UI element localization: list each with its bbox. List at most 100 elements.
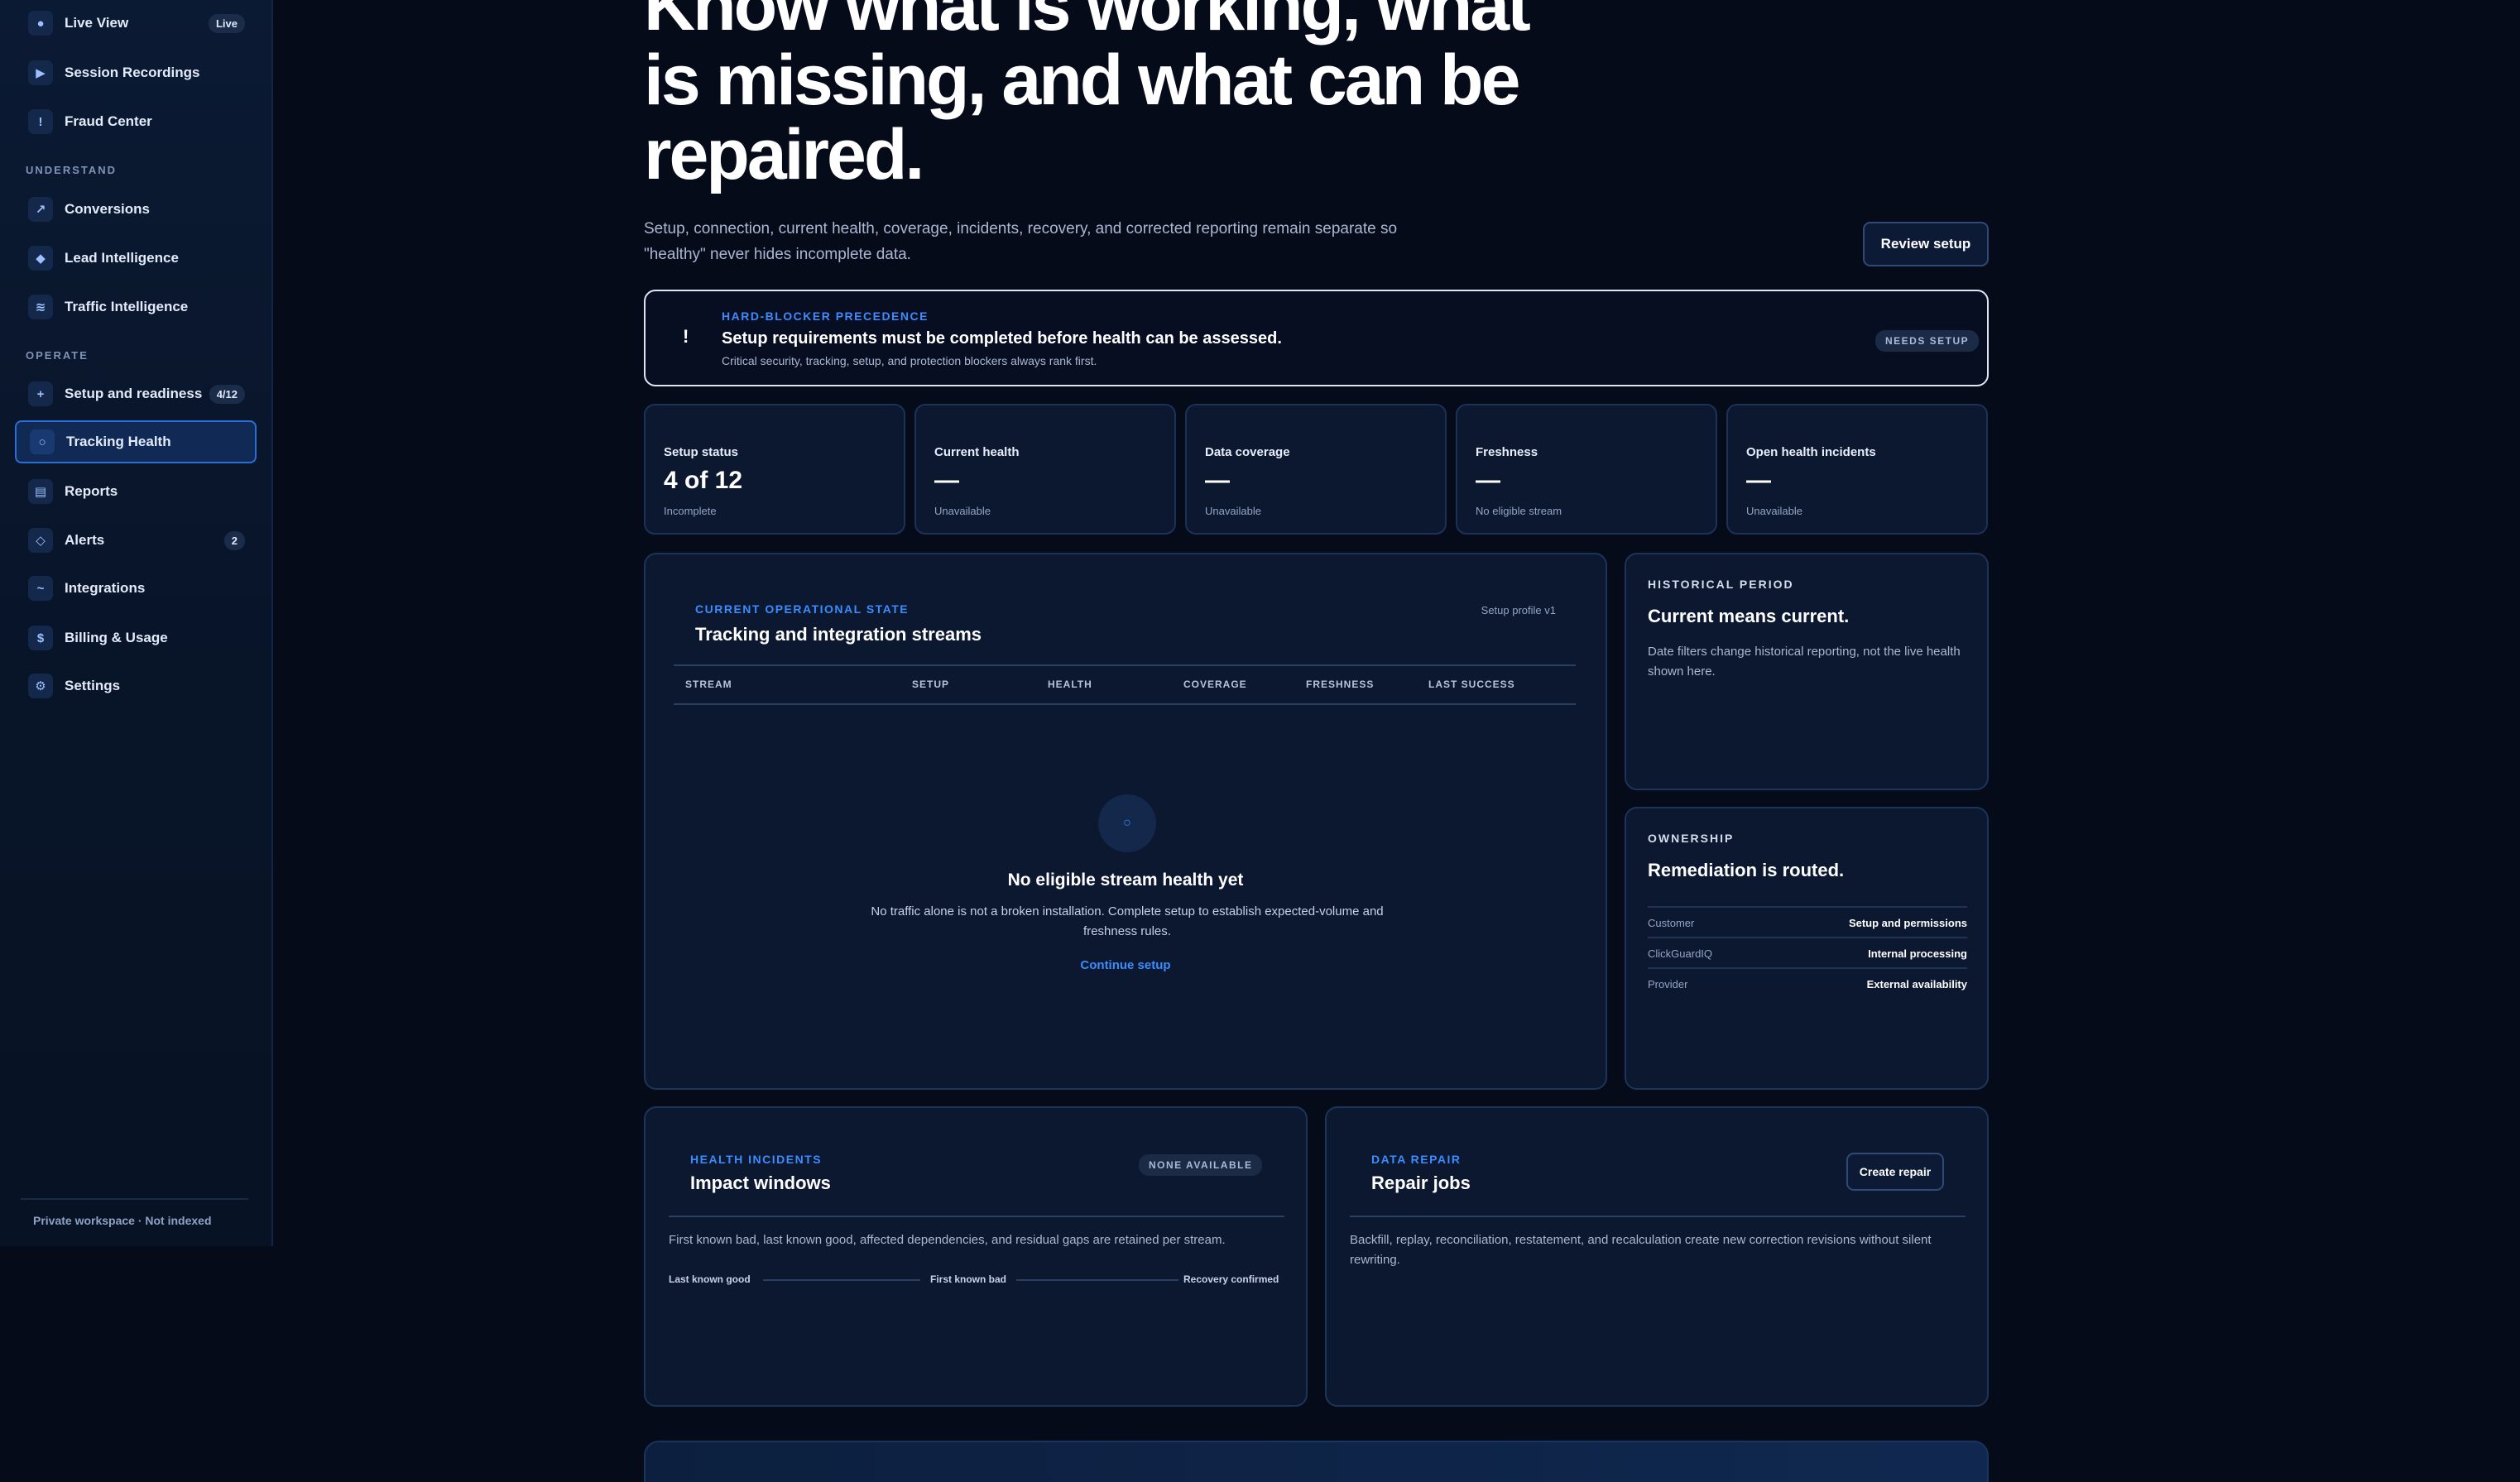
column-header-coverage: COVERAGE <box>1183 679 1247 690</box>
table-divider <box>674 664 1576 666</box>
stat-label: Setup status <box>664 445 739 459</box>
circle-icon: ○ <box>30 429 55 454</box>
panel-title: Tracking and integration streams <box>695 624 982 645</box>
empty-state-icon: ○ <box>1098 794 1156 852</box>
trend-arrow-icon: ↗ <box>28 197 53 222</box>
sidebar-item-label: Traffic Intelligence <box>65 299 189 314</box>
ownership-row: Provider External availability <box>1648 967 1967 997</box>
stat-label: Freshness <box>1476 445 1538 459</box>
panel-text: Date filters change historical reporting… <box>1648 645 1961 679</box>
review-setup-button[interactable]: Review setup <box>1863 222 1989 266</box>
column-header-setup: SETUP <box>912 679 950 690</box>
sidebar-item-traffic-intelligence[interactable]: ≋ Traffic Intelligence <box>15 285 257 329</box>
historical-period-panel: HISTORICAL PERIOD Current means current.… <box>1625 553 1989 790</box>
owner-name: Customer <box>1648 917 1695 929</box>
hard-blocker-banner: ! HARD-BLOCKER PRECEDENCE Setup requirem… <box>644 290 1989 386</box>
stat-subtext: No eligible stream <box>1476 505 1562 517</box>
timeline-label-first-bad: First known bad <box>930 1273 1007 1285</box>
sidebar-item-fraud-center[interactable]: ! Fraud Center <box>15 100 257 143</box>
setup-count-badge: 4/12 <box>209 384 245 404</box>
sidebar-item-setup-and-readiness[interactable]: + Setup and readiness 4/12 <box>15 372 257 415</box>
page-title: Know what is working, what is missing, a… <box>644 0 1531 194</box>
timeline-label-recovery: Recovery confirmed <box>1183 1273 1279 1285</box>
data-repair-panel: DATA REPAIR Repair jobs Create repair Ba… <box>1325 1106 1989 1407</box>
panel-title: Current means current. <box>1648 606 1850 626</box>
section-label-operate: OPERATE <box>26 349 89 362</box>
sidebar-item-lead-intelligence[interactable]: ◆ Lead Intelligence <box>15 237 257 280</box>
exclamation-icon: ! <box>28 109 53 134</box>
sidebar-item-reports[interactable]: ▤ Reports <box>15 470 257 513</box>
sidebar: ● Live View Live ▶ Session Recordings ! … <box>0 0 273 1246</box>
ownership-row: ClickGuardIQ Internal processing <box>1648 937 1967 966</box>
dollar-icon: $ <box>28 626 53 650</box>
sidebar-item-conversions[interactable]: ↗ Conversions <box>15 188 257 231</box>
panel-text: First known bad, last known good, affect… <box>669 1233 1226 1247</box>
empty-state-text: No traffic alone is not a broken install… <box>871 904 1384 938</box>
stat-subtext: Unavailable <box>934 505 991 517</box>
sidebar-item-label: Live View <box>65 15 129 31</box>
report-icon: ▤ <box>28 479 53 504</box>
sidebar-item-session-recordings[interactable]: ▶ Session Recordings <box>15 51 257 94</box>
timeline-segment <box>1016 1279 1178 1281</box>
sidebar-item-label: Setup and readiness <box>65 386 203 401</box>
sidebar-item-label: Settings <box>65 678 121 693</box>
dot-icon: ● <box>28 11 53 36</box>
owner-name: Provider <box>1648 978 1688 990</box>
health-incidents-panel: HEALTH INCIDENTS Impact windows NONE AVA… <box>644 1106 1308 1407</box>
status-badge: NEEDS SETUP <box>1875 330 1980 352</box>
column-header-stream: STREAM <box>685 679 732 690</box>
stat-subtext: Unavailable <box>1746 505 1802 517</box>
ownership-panel: OWNERSHIP Remediation is routed. Custome… <box>1625 807 1989 1090</box>
workspace-footer: Private workspace · Not indexed <box>33 1214 212 1227</box>
owner-responsibility: Internal processing <box>1868 947 1967 960</box>
page-subtitle: Setup, connection, current health, cover… <box>644 220 1398 263</box>
stat-label: Current health <box>934 445 1020 459</box>
sidebar-item-alerts[interactable]: ◇ Alerts 2 <box>15 519 257 562</box>
sidebar-item-settings[interactable]: ⚙ Settings <box>15 664 257 707</box>
stat-value: — <box>934 467 959 494</box>
panel-divider <box>1350 1216 1966 1217</box>
panel-kicker: DATA REPAIR <box>1371 1153 1462 1166</box>
link-icon: ~ <box>28 576 53 601</box>
exclamation-icon: ! <box>683 326 689 347</box>
table-divider <box>674 703 1576 705</box>
stat-card-current-health: Current health — Unavailable <box>914 404 1176 535</box>
owner-name: ClickGuardIQ <box>1648 947 1713 960</box>
live-badge: Live <box>208 13 245 33</box>
stat-card-open-incidents: Open health incidents — Unavailable <box>1726 404 1988 535</box>
stat-value: — <box>1476 467 1500 494</box>
panel-kicker: HEALTH INCIDENTS <box>690 1153 823 1166</box>
panel-divider <box>669 1216 1284 1217</box>
stat-subtext: Unavailable <box>1205 505 1261 517</box>
sidebar-item-label: Fraud Center <box>65 113 152 129</box>
panel-kicker: CURRENT OPERATIONAL STATE <box>695 602 910 616</box>
owner-responsibility: External availability <box>1866 978 1967 990</box>
stat-value: — <box>1746 467 1771 494</box>
banner-kicker: HARD-BLOCKER PRECEDENCE <box>722 309 929 323</box>
panel-kicker: OWNERSHIP <box>1648 832 1735 845</box>
sidebar-item-integrations[interactable]: ~ Integrations <box>15 567 257 610</box>
sidebar-divider <box>21 1198 248 1200</box>
continue-setup-link[interactable]: Continue setup <box>646 958 1606 972</box>
panel-title: Repair jobs <box>1371 1173 1471 1193</box>
empty-state-title: No eligible stream health yet <box>1007 870 1244 890</box>
panel-title: Impact windows <box>690 1173 831 1193</box>
panel-kicker: HISTORICAL PERIOD <box>1648 578 1794 591</box>
waves-icon: ≋ <box>28 295 53 319</box>
column-header-freshness: FRESHNESS <box>1306 679 1375 690</box>
sidebar-item-label: Conversions <box>65 201 150 217</box>
diamond-icon: ◆ <box>28 246 53 271</box>
plus-icon: + <box>28 381 53 406</box>
gear-icon: ⚙ <box>28 674 53 698</box>
banner-description: Critical security, tracking, setup, and … <box>722 354 1097 367</box>
create-repair-button[interactable]: Create repair <box>1846 1153 1944 1191</box>
sidebar-item-billing-usage[interactable]: $ Billing & Usage <box>15 616 257 659</box>
sidebar-item-live-view[interactable]: ● Live View Live <box>15 2 257 45</box>
sidebar-item-label: Billing & Usage <box>65 630 168 645</box>
sidebar-item-tracking-health[interactable]: ○ Tracking Health <box>15 420 257 463</box>
ownership-row: Customer Setup and permissions <box>1648 906 1967 936</box>
sidebar-item-label: Alerts <box>65 532 105 548</box>
alert-diamond-icon: ◇ <box>28 528 53 553</box>
sidebar-item-label: Integrations <box>65 580 146 596</box>
stat-value: — <box>1205 467 1230 494</box>
